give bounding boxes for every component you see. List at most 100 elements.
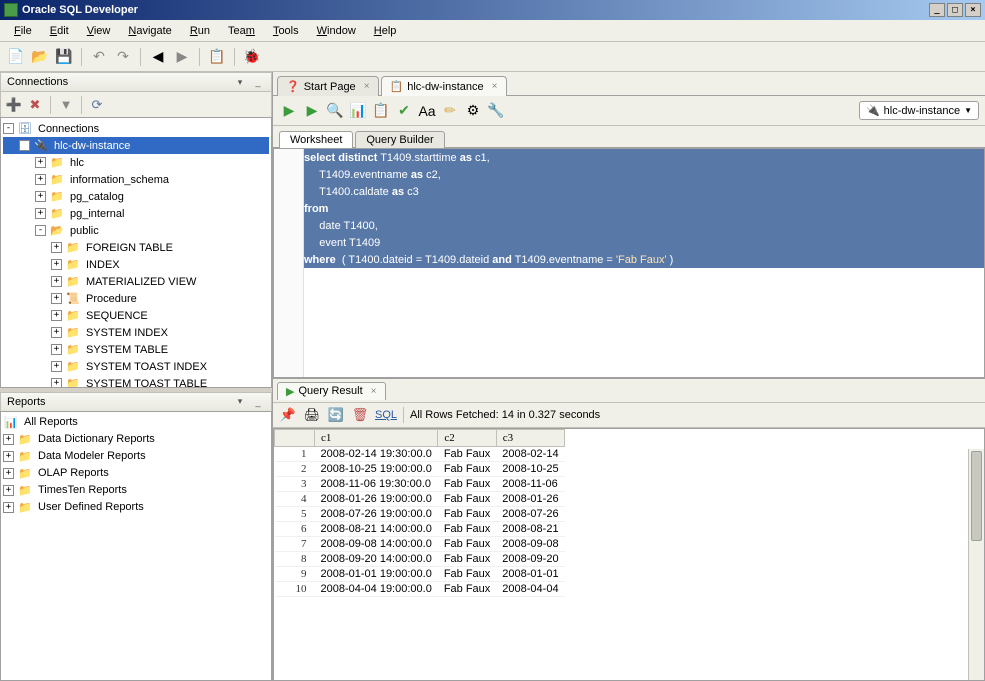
table-row[interactable]: 102008-04-04 19:00:00.0Fab Faux2008-04-0…: [275, 582, 565, 597]
close-icon[interactable]: ×: [492, 81, 498, 92]
tree-systoastindex[interactable]: +📁SYSTEM TOAST INDEX: [3, 358, 269, 375]
tree-foreign-table[interactable]: +📁FOREIGN TABLE: [3, 239, 269, 256]
pin-icon[interactable]: 📌: [279, 406, 297, 424]
table-row[interactable]: 42008-01-26 19:00:00.0Fab Faux2008-01-26: [275, 492, 565, 507]
close-icon[interactable]: ×: [364, 81, 370, 92]
refresh-result-icon[interactable]: 🔄: [327, 406, 345, 424]
column-rownum[interactable]: [275, 430, 315, 447]
reports-datadict[interactable]: +📁Data Dictionary Reports: [3, 431, 269, 448]
connections-tree[interactable]: -🗄Connections -🔌hlc-dw-instance +📁hlc +📁…: [0, 117, 272, 388]
menu-window[interactable]: Window: [309, 23, 364, 39]
menu-help[interactable]: Help: [366, 23, 405, 39]
result-grid[interactable]: c1 c2 c3 12008-02-14 19:30:00.0Fab Faux2…: [273, 428, 985, 681]
menu-view[interactable]: View: [79, 23, 119, 39]
open-icon[interactable]: 📂: [30, 47, 50, 67]
table-row[interactable]: 32008-11-06 19:30:00.0Fab Faux2008-11-06: [275, 477, 565, 492]
minimize-button[interactable]: _: [929, 3, 945, 17]
reports-olap[interactable]: +📁OLAP Reports: [3, 465, 269, 482]
tree-systoasttable[interactable]: +📁SYSTEM TOAST TABLE: [3, 375, 269, 388]
panel-menu-icon[interactable]: ▾: [233, 76, 247, 88]
tree-connections-root[interactable]: -🗄Connections: [3, 120, 269, 137]
tree-index[interactable]: +📁INDEX: [3, 256, 269, 273]
tree-matview[interactable]: +📁MATERIALIZED VIEW: [3, 273, 269, 290]
tree-procedure[interactable]: +📜Procedure: [3, 290, 269, 307]
back-icon[interactable]: ◀: [148, 47, 168, 67]
print-icon[interactable]: 🖨: [303, 406, 321, 424]
run-icon[interactable]: ▶: [279, 101, 299, 121]
connection-selector[interactable]: 🔌 hlc-dw-instance ▼: [859, 101, 979, 120]
menu-team[interactable]: Team: [220, 23, 263, 39]
menu-edit[interactable]: Edit: [42, 23, 77, 39]
tree-schema-pgcatalog[interactable]: +📁pg_catalog: [3, 188, 269, 205]
column-c2[interactable]: c2: [438, 430, 496, 447]
format-icon[interactable]: ⚙: [463, 101, 483, 121]
reports-timesten[interactable]: +📁TimesTen Reports: [3, 482, 269, 499]
column-c1[interactable]: c1: [315, 430, 438, 447]
tab-instance[interactable]: 📋hlc-dw-instance×: [381, 76, 507, 96]
reports-tree[interactable]: 📊All Reports +📁Data Dictionary Reports +…: [0, 411, 272, 681]
tab-worksheet[interactable]: Worksheet: [279, 131, 353, 148]
run-script-icon[interactable]: ▶: [302, 101, 322, 121]
scroll-thumb[interactable]: [971, 451, 982, 541]
connections-title: Connections: [7, 76, 229, 88]
menu-tools[interactable]: Tools: [265, 23, 307, 39]
delete-connection-icon[interactable]: ✖: [26, 96, 44, 114]
delete-row-icon[interactable]: 🗑: [351, 406, 369, 424]
folder-icon: 📁: [17, 467, 33, 480]
menu-run[interactable]: Run: [182, 23, 218, 39]
tree-schema-information[interactable]: +📁information_schema: [3, 171, 269, 188]
tree-instance[interactable]: -🔌hlc-dw-instance: [3, 137, 269, 154]
table-row[interactable]: 92008-01-01 19:00:00.0Fab Faux2008-01-01: [275, 567, 565, 582]
new-icon[interactable]: 📄: [6, 47, 26, 67]
unshared-icon[interactable]: 🔧: [486, 101, 506, 121]
column-c3[interactable]: c3: [496, 430, 564, 447]
panel-menu-icon[interactable]: ▾: [233, 396, 247, 408]
tree-schema-pginternal[interactable]: +📁pg_internal: [3, 205, 269, 222]
redo-icon[interactable]: ↷: [113, 47, 133, 67]
commit-icon[interactable]: ✔: [394, 101, 414, 121]
filter-icon[interactable]: ▼: [57, 96, 75, 114]
new-connection-icon[interactable]: ➕: [5, 96, 23, 114]
tree-sequence[interactable]: +📁SEQUENCE: [3, 307, 269, 324]
refresh-icon[interactable]: ⟳: [88, 96, 106, 114]
case-icon[interactable]: Aa: [417, 101, 437, 121]
close-button[interactable]: ×: [965, 3, 981, 17]
table-row[interactable]: 82008-09-20 14:00:00.0Fab Faux2008-09-20: [275, 552, 565, 567]
menu-navigate[interactable]: Navigate: [120, 23, 179, 39]
sql-history-icon[interactable]: 📋: [371, 101, 391, 121]
result-scrollbar[interactable]: [968, 449, 984, 680]
bug-icon[interactable]: 🐞: [242, 47, 262, 67]
maximize-button[interactable]: □: [947, 3, 963, 17]
clear-icon[interactable]: ✏: [440, 101, 460, 121]
reports-userdefined[interactable]: +📁User Defined Reports: [3, 499, 269, 516]
tab-query-builder[interactable]: Query Builder: [355, 131, 444, 148]
forward-icon[interactable]: ▶: [172, 47, 192, 67]
folder-icon: 📁: [17, 450, 33, 463]
menu-file[interactable]: File: [6, 23, 40, 39]
table-row[interactable]: 22008-10-25 19:00:00.0Fab Faux2008-10-25: [275, 462, 565, 477]
reports-datamodeler[interactable]: +📁Data Modeler Reports: [3, 448, 269, 465]
sql-link[interactable]: SQL: [375, 409, 397, 421]
reports-all[interactable]: 📊All Reports: [3, 414, 269, 431]
tree-sysindex[interactable]: +📁SYSTEM INDEX: [3, 324, 269, 341]
menubar: File Edit View Navigate Run Team Tools W…: [0, 20, 985, 42]
tree-schema-public[interactable]: -📂public: [3, 222, 269, 239]
panel-minimize-icon[interactable]: _: [251, 76, 265, 88]
sql-file-icon: 📋: [390, 80, 404, 93]
table-row[interactable]: 52008-07-26 19:00:00.0Fab Faux2008-07-26: [275, 507, 565, 522]
autotrace-icon[interactable]: 📊: [348, 101, 368, 121]
sql-editor[interactable]: select distinct T1409.starttime as c1, T…: [273, 148, 985, 378]
table-row[interactable]: 72008-09-08 14:00:00.0Fab Faux2008-09-08: [275, 537, 565, 552]
explain-icon[interactable]: 🔍: [325, 101, 345, 121]
undo-icon[interactable]: ↶: [89, 47, 109, 67]
close-icon[interactable]: ×: [371, 386, 377, 397]
tab-start-page[interactable]: ❓Start Page×: [277, 76, 379, 96]
tree-systable[interactable]: +📁SYSTEM TABLE: [3, 341, 269, 358]
save-icon[interactable]: 💾: [54, 47, 74, 67]
table-row[interactable]: 62008-08-21 14:00:00.0Fab Faux2008-08-21: [275, 522, 565, 537]
table-row[interactable]: 12008-02-14 19:30:00.0Fab Faux2008-02-14: [275, 447, 565, 462]
tab-query-result[interactable]: ▶Query Result×: [277, 382, 386, 400]
panel-minimize-icon[interactable]: _: [251, 396, 265, 408]
tree-schema-hlc[interactable]: +📁hlc: [3, 154, 269, 171]
sql-icon[interactable]: 📋: [207, 47, 227, 67]
